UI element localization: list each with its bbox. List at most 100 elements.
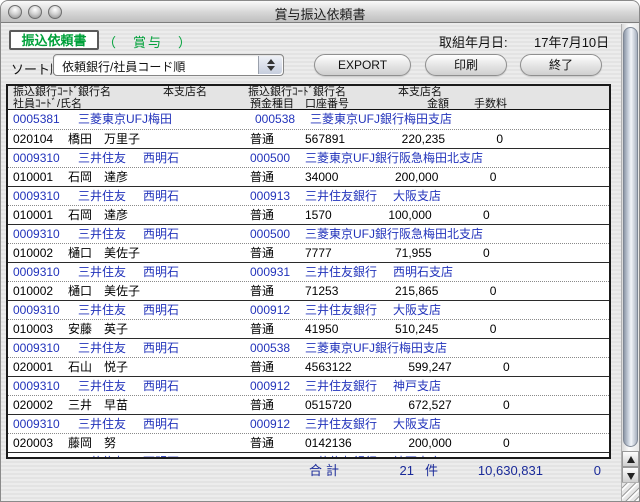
account-number: 4563122	[305, 358, 352, 376]
amount: 100,000	[332, 206, 432, 224]
bank-row[interactable]: 0009310 三井住友 西明石 000500 三菱東京UFJ銀行 阪急梅田北支…	[8, 224, 609, 243]
bank-code: 0009310	[13, 415, 78, 433]
scroll-down-icon[interactable]	[622, 467, 639, 483]
bank-row[interactable]: 0009310 三井住友 西明石 000500 三菱東京UFJ銀行 阪急梅田北支…	[8, 148, 609, 167]
transfer-branch-name: 神戸支店	[393, 453, 441, 459]
category-label: （ 賞与 ）	[103, 32, 193, 51]
employee-row[interactable]: 010003 安藤 英子 普通 41950 510,245 0	[8, 319, 609, 338]
branch-name: 西明石	[143, 377, 250, 395]
sort-order-value: 依頼銀行/社員コード順	[62, 58, 185, 75]
employee-row[interactable]: 010002 樋口 美佐子 普通 7777 71,955 0	[8, 243, 609, 262]
scroll-up-icon[interactable]	[622, 451, 639, 467]
print-button[interactable]: 印刷	[425, 54, 507, 76]
col-fee: 手数料	[449, 98, 507, 110]
total-unit-label: 件	[425, 462, 438, 480]
account-type: 普通	[250, 130, 305, 148]
transfer-branch-name: 神戸支店	[393, 377, 441, 395]
transfer-bank-code: 000500	[250, 149, 305, 167]
col-employee: 社員ｺｰﾄﾞ/氏名	[13, 98, 250, 110]
fee: 0	[452, 358, 510, 376]
sort-order-select[interactable]: 依頼銀行/社員コード順	[53, 54, 284, 76]
account-number: 567891	[305, 130, 345, 148]
transfer-bank-code: 000538	[255, 110, 310, 129]
employee-code: 010002	[13, 282, 68, 300]
amount: 510,245	[338, 320, 438, 338]
fee: 0	[438, 168, 496, 186]
vertical-scrollbar[interactable]	[621, 24, 639, 502]
amount: 220,235	[345, 130, 445, 148]
employee-row[interactable]: 010001 石岡 達彦 普通 34000 200,000 0	[8, 167, 609, 186]
account-number: 1570	[305, 206, 332, 224]
transfer-bank-name: 三井住友銀行	[305, 453, 393, 459]
fee: 0	[438, 282, 496, 300]
employee-row[interactable]: 010001 石岡 達彦 普通 1570 100,000 0	[8, 205, 609, 224]
account-number: 41950	[305, 320, 338, 338]
bank-row[interactable]: 0009310 三井住友 西明石 000912 三井住友銀行 神戸支店	[8, 376, 609, 395]
employee-name: 樋口 美佐子	[68, 282, 250, 300]
bank-code: 0009310	[13, 149, 78, 167]
account-number: 7777	[305, 244, 332, 262]
account-type: 普通	[250, 396, 305, 414]
amount: 215,865	[338, 282, 438, 300]
amount: 672,527	[352, 396, 452, 414]
app-window: 賞与振込依頼書 振込依頼書 （ 賞与 ） 取組年月日: 17年7月10日 ソート…	[0, 0, 640, 502]
employee-row[interactable]: 020003 藤岡 努 普通 0142136 200,000 0	[8, 433, 609, 452]
bank-name: 三井住友	[78, 225, 143, 243]
amount: 599,247	[352, 358, 452, 376]
transfer-branch-name: 阪急梅田北支店	[399, 225, 483, 243]
transfer-branch-name: 梅田支店	[404, 110, 452, 129]
scrollbar-thumb[interactable]	[623, 27, 638, 447]
col-account-number: 口座番号	[305, 98, 349, 110]
export-button[interactable]: EXPORT	[314, 54, 411, 76]
transfer-branch-name: 大阪支店	[393, 301, 441, 319]
table-header: 振込銀行ｺｰﾄﾞ 銀行名 本支店名 振込銀行ｺｰﾄﾞ 銀行名 本支店名 社員ｺｰ…	[8, 86, 609, 110]
transfer-bank-code: 000500	[250, 225, 305, 243]
branch-name: 西明石	[143, 453, 250, 459]
stepper-arrows-icon[interactable]	[258, 56, 282, 74]
bank-code: 0009310	[13, 225, 78, 243]
employee-code: 020104	[13, 130, 68, 148]
bank-row[interactable]: 0009310 三井住友 西明石 000913 三井住友銀行 神戸支店	[8, 452, 609, 459]
bank-name: 三井住友	[78, 415, 143, 433]
account-number: 34000	[305, 168, 338, 186]
employee-row[interactable]: 010002 樋口 美佐子 普通 71253 215,865 0	[8, 281, 609, 300]
account-type: 普通	[250, 244, 305, 262]
employee-code: 010001	[13, 168, 68, 186]
employee-row[interactable]: 020104 橋田 万里子 普通 567891 220,235 0	[8, 129, 609, 148]
total-count: 21	[366, 462, 414, 480]
transfer-bank-code: 000913	[250, 453, 305, 459]
transfer-bank-name: 三菱東京UFJ銀行	[305, 339, 399, 357]
bank-name: 三井住友	[78, 453, 143, 459]
transfer-bank-name: 三菱東京UFJ銀行	[305, 149, 399, 167]
account-type: 普通	[250, 358, 305, 376]
bank-name: 三井住友	[78, 301, 143, 319]
transfer-table: 振込銀行ｺｰﾄﾞ 銀行名 本支店名 振込銀行ｺｰﾄﾞ 銀行名 本支店名 社員ｺｰ…	[6, 84, 611, 459]
transfer-bank-name: 三菱東京UFJ銀行	[305, 225, 399, 243]
transfer-branch-name: 梅田支店	[399, 339, 447, 357]
window-title: 賞与振込依頼書	[1, 4, 639, 23]
bank-row[interactable]: 0005381 三菱東京UFJ 梅田 000538 三菱東京UFJ銀行 梅田支店	[8, 110, 609, 129]
branch-name: 梅田	[148, 110, 255, 129]
account-number: 0515720	[305, 396, 352, 414]
bank-row[interactable]: 0009310 三井住友 西明石 000912 三井住友銀行 大阪支店	[8, 300, 609, 319]
transfer-bank-code: 000912	[250, 415, 305, 433]
quit-button[interactable]: 終了	[520, 54, 602, 76]
bank-row[interactable]: 0009310 三井住友 西明石 000913 三井住友銀行 大阪支店	[8, 186, 609, 205]
bank-code: 0009310	[13, 263, 78, 281]
total-amount: 10,630,831	[443, 462, 543, 480]
col-transfer-bank-code: 振込銀行ｺｰﾄﾞ	[248, 86, 313, 98]
employee-name: 石山 悦子	[68, 358, 250, 376]
employee-row[interactable]: 020001 石山 悦子 普通 4563122 599,247 0	[8, 357, 609, 376]
resize-grip-icon[interactable]	[621, 482, 639, 501]
bank-row[interactable]: 0009310 三井住友 西明石 000538 三菱東京UFJ銀行 梅田支店	[8, 338, 609, 357]
bank-row[interactable]: 0009310 三井住友 西明石 000912 三井住友銀行 大阪支店	[8, 414, 609, 433]
employee-name: 安藤 英子	[68, 320, 250, 338]
bank-code: 0009310	[13, 453, 78, 459]
employee-name: 藤岡 努	[68, 434, 250, 452]
transfer-branch-name: 阪急梅田北支店	[399, 149, 483, 167]
employee-row[interactable]: 020002 三井 早苗 普通 0515720 672,527 0	[8, 395, 609, 414]
bank-name: 三井住友	[78, 187, 143, 205]
bank-row[interactable]: 0009310 三井住友 西明石 000931 三井住友銀行 西明石支店	[8, 262, 609, 281]
transfer-branch-name: 西明石支店	[393, 263, 453, 281]
fee: 0	[452, 396, 510, 414]
